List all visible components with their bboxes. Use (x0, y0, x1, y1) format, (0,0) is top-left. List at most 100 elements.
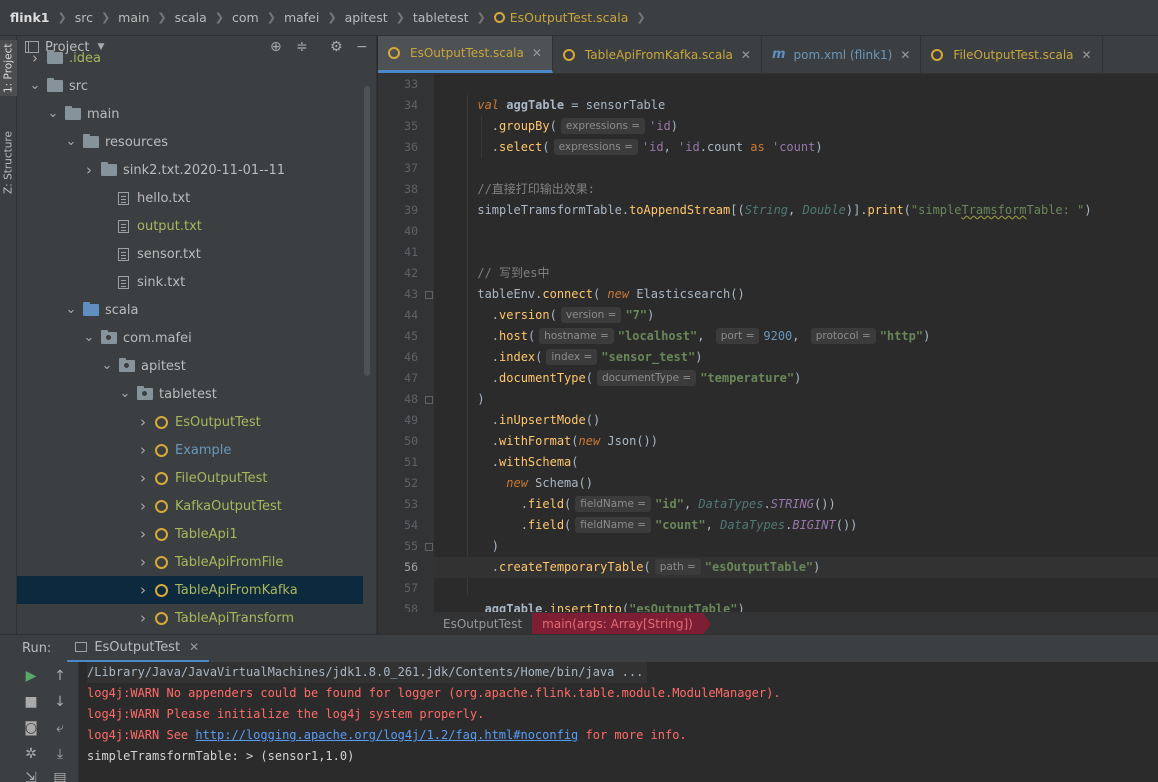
chevron-right-icon[interactable]: › (29, 49, 41, 67)
tree-item[interactable]: ›output.txt (17, 212, 363, 240)
breadcrumb-scala[interactable]: scala (175, 10, 207, 25)
chevron-right-icon[interactable]: › (137, 441, 149, 459)
tree-scrollbar[interactable] (364, 86, 370, 376)
line-number: 39 (404, 203, 418, 217)
tree-item[interactable]: ⌄ main (17, 100, 363, 128)
code-line-42: // 写到es中 (434, 263, 1158, 284)
chevron-down-icon[interactable]: ⌄ (47, 107, 59, 120)
chevron-right-icon[interactable]: › (83, 161, 95, 179)
editor-tab[interactable]: TableApiFromKafka.scala ✕ (553, 36, 762, 73)
arrow-down-icon[interactable]: ↓ (50, 692, 70, 712)
tree-item[interactable]: › TableApiFromKafka (17, 576, 363, 604)
code-line-48: ) (434, 392, 485, 406)
tree-item[interactable]: ⌄ tabletest (17, 380, 363, 408)
breadcrumb-object[interactable]: EsOutputTest (443, 617, 522, 631)
editor-tab[interactable]: m pom.xml (flink1) ✕ (762, 36, 922, 73)
code-line-44: .version(version = "7") (434, 307, 655, 323)
chevron-right-icon[interactable]: › (137, 469, 149, 487)
editor-tab[interactable]: FileOutputTest.scala ✕ (921, 36, 1103, 73)
maven-icon: m (771, 47, 786, 62)
chevron-right-icon[interactable]: › (137, 553, 149, 571)
tree-item[interactable]: › sink2.txt.2020-11-01--11 (17, 156, 363, 184)
tree-item[interactable]: › KafkaOutputTest (17, 492, 363, 520)
chevron-right-icon[interactable]: › (137, 609, 149, 627)
code-editor[interactable]: val aggTable = sensorTable .groupBy(expr… (434, 74, 1158, 612)
rerun-icon[interactable]: ▶ (21, 666, 41, 686)
tree-item[interactable]: › .idea (17, 44, 363, 72)
chevron-down-icon[interactable]: ⌄ (29, 79, 41, 92)
tree-item[interactable]: › TableApi1 (17, 520, 363, 548)
line-number: 56 (404, 560, 418, 574)
code-line-58: aggTable.insertInto("esOutputTable") (484, 602, 745, 612)
tree-item[interactable]: ⌄ com.mafei (17, 324, 363, 352)
param-hint: fieldName = (575, 517, 652, 533)
chevron-right-icon[interactable]: › (137, 497, 149, 515)
tree-item[interactable]: ›hello.txt (17, 184, 363, 212)
breadcrumb-tabletest[interactable]: tabletest (413, 10, 469, 25)
close-icon[interactable]: ✕ (532, 46, 542, 60)
code-line-46: .index(index = "sensor_test") (434, 349, 703, 365)
close-icon[interactable]: ✕ (189, 640, 199, 654)
editor-tab-label: FileOutputTest.scala (953, 47, 1074, 62)
chevron-down-icon[interactable]: ⌄ (119, 387, 131, 400)
structure-tool-tab[interactable]: Z: Structure (0, 122, 17, 204)
tree-item[interactable]: › TableApiFromFile (17, 548, 363, 576)
tree-item[interactable]: ›sensor.txt (17, 240, 363, 268)
fold-marker-icon[interactable] (425, 291, 433, 299)
breadcrumb-apitest[interactable]: apitest (345, 10, 388, 25)
fold-marker-icon[interactable] (425, 396, 433, 404)
scala-object-icon (155, 611, 168, 625)
breadcrumb-method[interactable]: main(args: Array[String]) (532, 612, 711, 635)
tree-item[interactable]: › Example (17, 436, 363, 464)
chevron-right-icon[interactable]: › (137, 413, 149, 431)
soft-wrap-icon[interactable]: ⤶ (50, 718, 70, 738)
breadcrumb-separator-icon: ❯ (636, 11, 646, 24)
tree-item[interactable]: ›sink.txt (17, 268, 363, 296)
tree-item[interactable]: ⌄ apitest (17, 352, 363, 380)
tree-item[interactable]: › FileOutputTest (17, 464, 363, 492)
close-icon[interactable]: ✕ (900, 48, 910, 62)
breadcrumb-mafei[interactable]: mafei (284, 10, 319, 25)
tree-item[interactable]: ⌄ resources (17, 128, 363, 156)
param-hint: hostname = (539, 328, 614, 344)
chevron-down-icon[interactable]: ⌄ (101, 359, 113, 372)
editor-tab[interactable]: EsOutputTest.scala ✕ (378, 36, 553, 73)
console-line[interactable]: /Library/Java/JavaVirtualMachines/jdk1.8… (87, 662, 648, 683)
run-tab[interactable]: EsOutputTest ✕ (67, 635, 210, 663)
breadcrumb-com[interactable]: com (232, 10, 259, 25)
stop-icon[interactable]: ■ (21, 692, 41, 712)
project-tool-tab[interactable]: 1: Project (0, 40, 17, 96)
tree-item-label: KafkaOutputTest (175, 498, 282, 514)
chevron-down-icon[interactable]: ⌄ (83, 331, 95, 344)
tree-item[interactable]: ⌄ scala (17, 296, 363, 324)
breadcrumb-file[interactable]: EsOutputTest.scala (510, 10, 629, 25)
tree-item[interactable]: ⌄ src (17, 72, 363, 100)
login-icon[interactable]: ⇲ (21, 768, 41, 782)
print-icon[interactable]: ▤ (50, 768, 70, 782)
tree-item[interactable]: › EsOutputTest (17, 408, 363, 436)
folder-icon (65, 106, 81, 120)
console-output[interactable]: /Library/Java/JavaVirtualMachines/jdk1.8… (78, 662, 1158, 782)
breadcrumb-main[interactable]: main (118, 10, 149, 25)
arrow-up-icon[interactable]: ↑ (50, 666, 70, 686)
settings-icon[interactable]: ✲ (21, 744, 41, 764)
param-hint: documentType = (596, 370, 697, 386)
fold-marker-icon[interactable] (425, 543, 433, 551)
chevron-right-icon[interactable]: › (137, 581, 149, 599)
breadcrumb-src[interactable]: src (75, 10, 93, 25)
chevron-down-icon[interactable]: ⌄ (65, 303, 77, 316)
tree-item[interactable]: › TableApiTransform (17, 604, 363, 632)
breadcrumb-project[interactable]: flink1 (10, 10, 49, 25)
text-file-icon (118, 219, 129, 233)
camera-icon[interactable]: ◙ (21, 718, 41, 738)
line-number: 41 (404, 245, 418, 259)
chevron-down-icon[interactable]: ⌄ (65, 135, 77, 148)
close-icon[interactable]: ✕ (741, 48, 751, 62)
chevron-right-icon[interactable]: › (137, 525, 149, 543)
close-icon[interactable]: ✕ (1082, 48, 1092, 62)
line-number: 35 (404, 119, 418, 133)
scala-object-icon (155, 443, 168, 457)
console-link[interactable]: http://logging.apache.org/log4j/1.2/faq.… (195, 728, 578, 742)
scroll-to-end-icon[interactable]: ⤓ (50, 744, 70, 764)
